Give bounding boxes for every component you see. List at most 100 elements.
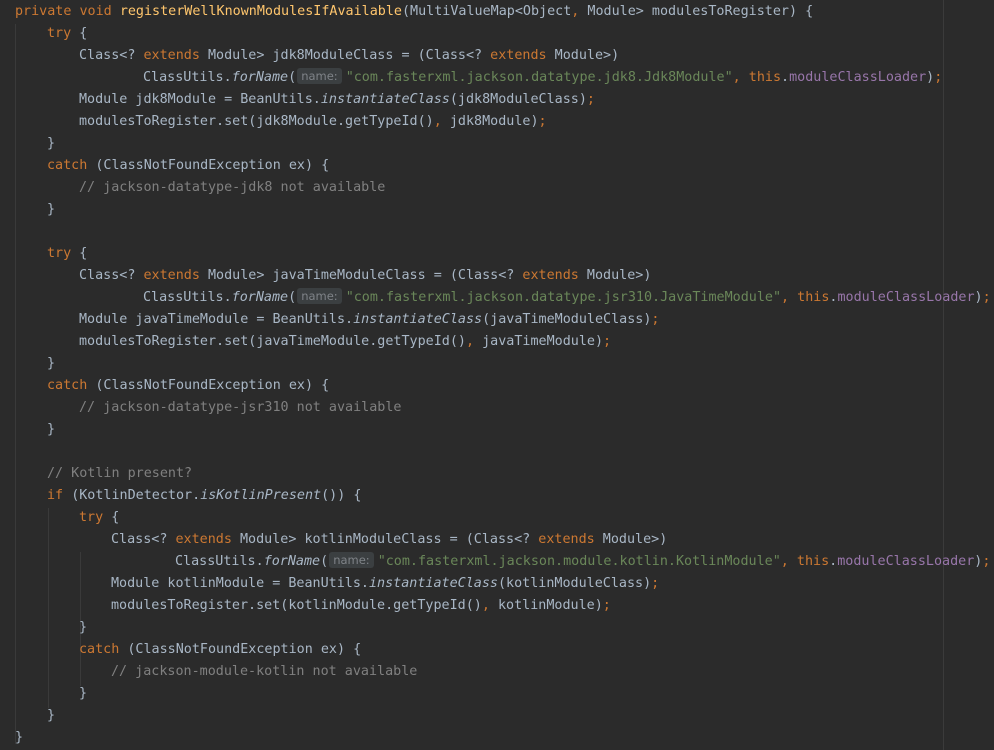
code-line[interactable]: // jackson-datatype-jsr310 not available <box>79 397 401 419</box>
code-line[interactable]: Class<? extends Module> javaTimeModuleCl… <box>79 265 651 287</box>
code-token: Class<? <box>111 532 176 547</box>
code-token: (KotlinDetector. <box>71 488 201 503</box>
code-line[interactable]: // jackson-datatype-jdk8 not available <box>79 177 385 199</box>
code-token: Module jdk8Module = BeanUtils. <box>79 92 321 107</box>
code-token: ; <box>651 576 660 591</box>
code-line[interactable]: Class<? extends Module> kotlinModuleClas… <box>111 529 667 551</box>
code-token: catch <box>47 378 96 393</box>
code-token: , this <box>781 290 830 305</box>
code-token: extends <box>143 48 208 63</box>
code-line[interactable]: catch (ClassNotFoundException ex) { <box>47 375 329 397</box>
code-token: Module kotlinModule = BeanUtils. <box>111 576 369 591</box>
code-line[interactable]: Module javaTimeModule = BeanUtils.instan… <box>79 309 659 331</box>
code-line[interactable]: modulesToRegister.set(jdk8Module.getType… <box>79 111 547 133</box>
code-token: , <box>465 334 483 349</box>
code-line[interactable]: modulesToRegister.set(javaTimeModule.get… <box>79 331 611 353</box>
code-token: ) <box>926 70 935 85</box>
code-line[interactable]: // jackson-module-kotlin not available <box>111 661 417 683</box>
code-line[interactable]: catch (ClassNotFoundException ex) { <box>47 155 329 177</box>
code-token: } <box>47 202 56 217</box>
code-token: } <box>79 686 88 701</box>
right-margin-guide <box>943 0 944 750</box>
code-token: Module>) <box>586 268 652 283</box>
parameter-hint: name: <box>329 552 374 568</box>
code-token: Module> modulesToRegister) { <box>587 4 814 19</box>
code-token: , this <box>780 554 830 569</box>
code-token: private void <box>15 4 120 19</box>
code-line[interactable]: } <box>47 705 55 727</box>
code-token: { <box>111 510 120 525</box>
code-line[interactable]: catch (ClassNotFoundException ex) { <box>79 639 361 661</box>
code-line[interactable]: } <box>47 133 55 155</box>
code-token: ; <box>651 312 660 327</box>
code-token: } <box>15 730 24 745</box>
code-token: } <box>79 620 88 635</box>
code-token: ; <box>538 114 547 129</box>
code-token: registerWellKnownModulesIfAvailable <box>119 4 402 19</box>
code-token: (ClassNotFoundException ex) { <box>95 158 330 173</box>
code-token: javaTimeModule) <box>482 334 604 349</box>
code-token: { <box>79 246 88 261</box>
code-token: moduleClassLoader <box>837 290 975 305</box>
code-token: (MultiValueMap<Object <box>401 4 572 19</box>
code-line[interactable]: } <box>79 617 87 639</box>
code-token: (kotlinModuleClass) <box>497 576 652 591</box>
code-token: Class<? <box>79 48 144 63</box>
code-line[interactable]: Module kotlinModule = BeanUtils.instanti… <box>111 573 659 595</box>
code-token: Module> javaTimeModuleClass = (Class<? <box>208 268 523 283</box>
code-token: ClassUtils. <box>143 70 232 85</box>
code-token: Module javaTimeModule = BeanUtils. <box>79 312 354 327</box>
code-token: ; <box>603 334 612 349</box>
code-comment: // jackson-datatype-jsr310 not available <box>79 400 402 415</box>
code-token: moduleClassLoader <box>789 70 927 85</box>
code-token: . <box>781 70 790 85</box>
code-comment: // Kotlin present? <box>47 466 193 481</box>
code-token: modulesToRegister.set(javaTimeModule.get… <box>79 334 466 349</box>
code-token: } <box>47 422 56 437</box>
code-token: ) <box>974 290 983 305</box>
code-token: try <box>79 510 112 525</box>
code-token: isKotlinPresent <box>200 488 322 503</box>
code-line[interactable]: Class<? extends Module> jdk8ModuleClass … <box>79 45 619 67</box>
code-line[interactable]: ClassUtils.forName(name: "com.fasterxml.j… <box>143 287 991 309</box>
code-line[interactable]: // Kotlin present? <box>47 463 192 485</box>
code-token: jdk8Module) <box>449 114 539 129</box>
code-token: ; <box>586 92 595 107</box>
code-line[interactable]: } <box>47 353 55 375</box>
code-token: ()) { <box>321 488 362 503</box>
code-line[interactable]: try { <box>47 23 87 45</box>
code-token: extends <box>490 48 555 63</box>
indent-guide <box>48 508 49 708</box>
code-token: ; <box>982 554 991 569</box>
code-token: , <box>481 598 498 613</box>
code-line[interactable]: } <box>79 683 87 705</box>
code-token: if <box>47 488 72 503</box>
code-line[interactable]: ClassUtils.forName(name: "com.fasterxml.j… <box>143 67 942 89</box>
code-token: } <box>47 356 56 371</box>
code-token: Module> kotlinModuleClass = (Class<? <box>240 532 539 547</box>
code-token: Module>) <box>554 48 620 63</box>
code-token: (javaTimeModuleClass) <box>482 312 652 327</box>
code-token: ( <box>288 290 297 305</box>
code-token: (jdk8ModuleClass) <box>449 92 587 107</box>
code-line[interactable]: if (KotlinDetector.isKotlinPresent()) { <box>47 485 361 507</box>
code-line[interactable]: } <box>47 199 55 221</box>
code-line[interactable]: modulesToRegister.set(kotlinModule.getTy… <box>111 595 611 617</box>
code-line[interactable]: } <box>15 727 23 749</box>
code-token: Class<? <box>79 268 144 283</box>
code-line[interactable]: try { <box>47 243 87 265</box>
code-editor[interactable]: private void registerWellKnownModulesIfA… <box>0 0 994 750</box>
code-line[interactable]: } <box>47 419 55 441</box>
code-token: Module>) <box>602 532 668 547</box>
code-token: "com.fasterxml.jackson.datatype.jsr310.J… <box>345 290 782 305</box>
code-line[interactable]: ClassUtils.forName(name: "com.fasterxml.j… <box>175 551 990 573</box>
code-token: try <box>47 26 80 41</box>
code-token: (ClassNotFoundException ex) { <box>95 378 330 393</box>
code-line[interactable]: private void registerWellKnownModulesIfA… <box>15 1 813 23</box>
code-token: } <box>47 708 56 723</box>
code-comment: // jackson-datatype-jdk8 not available <box>79 180 386 195</box>
code-token: . <box>829 554 838 569</box>
code-token: catch <box>79 642 128 657</box>
code-line[interactable]: Module jdk8Module = BeanUtils.instantiat… <box>79 89 595 111</box>
code-line[interactable]: try { <box>79 507 119 529</box>
